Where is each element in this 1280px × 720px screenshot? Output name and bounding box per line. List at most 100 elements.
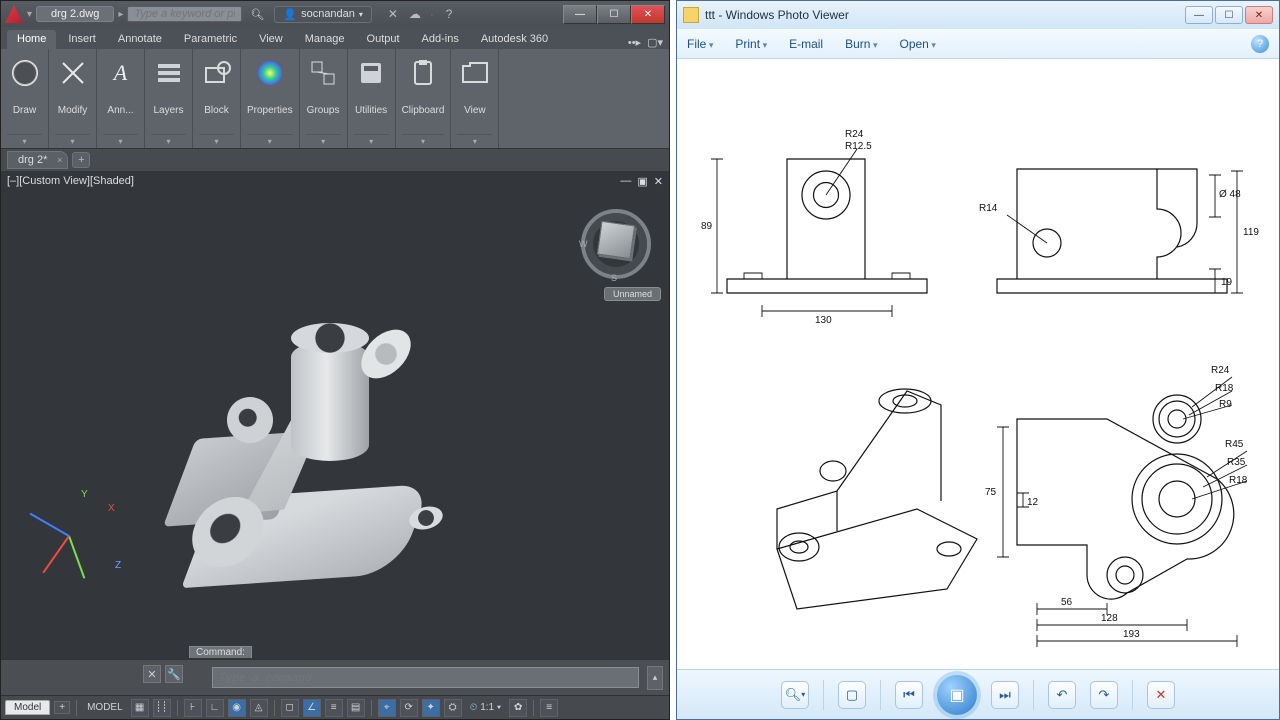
selection-cycle[interactable]: ⟳ [400, 699, 418, 717]
ribbon-tab-insert[interactable]: Insert [58, 30, 106, 49]
view-cube[interactable]: W S [581, 209, 651, 279]
annotation-scale[interactable]: ⏲ 1:1 ▾ [466, 702, 505, 713]
ribbon-tab-parametric[interactable]: Parametric [174, 30, 247, 49]
wpv-image-area[interactable]: R24 R12.5 89 130 R14 119 Ø 48 19 [677, 59, 1279, 669]
iso-toggle[interactable]: ◬ [250, 699, 268, 717]
signin-button[interactable]: 👤 socnandan ▾ [274, 6, 372, 23]
wpv-close-button[interactable]: ✕ [1245, 6, 1273, 24]
panel-properties[interactable]: Properties ▾ [241, 49, 300, 148]
svg-text:89: 89 [701, 221, 713, 232]
layout-add-icon[interactable]: + [54, 701, 70, 714]
vp-restore-icon[interactable]: ▣ [637, 175, 647, 188]
ribbon-minimize-icon[interactable]: ▢▾ [647, 36, 663, 49]
close-button[interactable]: ✕ [631, 5, 665, 24]
svg-text:R9: R9 [1219, 399, 1232, 410]
title-file-dropdown-icon[interactable]: ▸ [118, 9, 123, 20]
wpv-minimize-button[interactable]: — [1185, 6, 1213, 24]
wpv-menu-email[interactable]: E-mail [789, 37, 823, 51]
panel-dropdown-icon[interactable]: ▾ [7, 134, 42, 148]
vp-minimize-icon[interactable]: — [620, 175, 631, 188]
otrack-toggle[interactable]: ∠ [303, 699, 321, 717]
ribbon-tab-home[interactable]: Home [7, 30, 56, 49]
ribbon-tab-a360[interactable]: Autodesk 360 [471, 30, 558, 49]
help-icon[interactable]: ? [442, 7, 456, 21]
file-tab-bar: drg 2* × + [1, 149, 669, 171]
panel-groups[interactable]: Groups ▾ [300, 49, 348, 148]
panel-utilities[interactable]: Utilities ▾ [348, 49, 396, 148]
wpv-menu-file[interactable]: File [687, 37, 713, 51]
viewport-controls-label[interactable]: [–][Custom View][Shaded] [7, 175, 134, 187]
zoom-button[interactable]: 🔍︎▾ [781, 681, 809, 709]
ortho-toggle[interactable]: ∟ [206, 699, 224, 717]
cmd-close-icon[interactable]: ✕ [143, 665, 161, 683]
exchange-icon[interactable]: ✕ [386, 7, 400, 21]
ribbon-tab-annotate[interactable]: Annotate [108, 30, 172, 49]
infer-toggle[interactable]: ⊦ [184, 699, 202, 717]
wpv-help-icon[interactable]: ? [1251, 35, 1269, 53]
ribbon-overflow-icon[interactable]: ••▸ [628, 36, 641, 49]
wpv-menubar: File Print E-mail Burn Open ? [677, 29, 1279, 59]
layout-tab-model[interactable]: Model [5, 700, 50, 715]
cmd-history-button[interactable]: ▴ [647, 666, 663, 690]
snap-toggle[interactable]: ┊┊ [153, 699, 171, 717]
slideshow-button[interactable]: ▣ [937, 675, 977, 715]
lineweight-toggle[interactable]: ≡ [325, 699, 343, 717]
delete-button[interactable]: ✕ [1147, 681, 1175, 709]
command-history-label: Command: [189, 646, 252, 658]
wpv-toolbar: 🔍︎▾ ▢ ⏮ ▣ ⏭ ↶ ↷ ✕ [677, 669, 1279, 719]
viewcube-tag[interactable]: Unnamed [604, 287, 661, 301]
panel-view[interactable]: View ▾ [451, 49, 499, 148]
svg-text:130: 130 [815, 315, 832, 326]
minimize-button[interactable]: — [563, 5, 597, 24]
panel-annotation[interactable]: A Ann... ▾ [97, 49, 145, 148]
user-dropdown-icon: ▾ [359, 10, 363, 19]
vp-close-icon[interactable]: ✕ [654, 175, 663, 188]
dynamic-input-toggle[interactable]: ⌖ [378, 699, 396, 717]
viewport[interactable]: [–][Custom View][Shaded] — ▣ ✕ W S Unnam… [1, 171, 669, 719]
space-indicator[interactable]: MODEL [83, 702, 127, 713]
cmd-config-icon[interactable]: 🔧 [165, 665, 183, 683]
transparency-toggle[interactable]: ▤ [347, 699, 365, 717]
grid-toggle[interactable]: ▦ [131, 699, 149, 717]
ribbon-tab-manage[interactable]: Manage [295, 30, 355, 49]
engineering-drawing: R24 R12.5 89 130 R14 119 Ø 48 19 [677, 59, 1277, 649]
ucs-icon: Y X Z [23, 491, 113, 581]
file-tab[interactable]: drg 2* × [7, 151, 68, 169]
help-search-input[interactable] [127, 6, 242, 22]
file-tab-close-icon[interactable]: × [57, 155, 62, 165]
svg-text:R45: R45 [1225, 439, 1244, 450]
previous-button[interactable]: ⏮ [895, 681, 923, 709]
osnap-toggle[interactable]: ◻ [281, 699, 299, 717]
rotate-ccw-button[interactable]: ↶ [1048, 681, 1076, 709]
panel-draw[interactable]: Draw ▾ [1, 49, 49, 148]
drawing-canvas[interactable]: W S Unnamed Y X Z [1, 191, 669, 659]
panel-clipboard[interactable]: Clipboard ▾ [396, 49, 452, 148]
actual-size-button[interactable]: ▢ [838, 681, 866, 709]
ribbon-tab-output[interactable]: Output [357, 30, 410, 49]
ribbon-tab-view[interactable]: View [249, 30, 293, 49]
wpv-menu-burn[interactable]: Burn [845, 37, 877, 51]
clipboard-icon [407, 57, 439, 89]
command-input[interactable] [212, 667, 639, 688]
ribbon-tab-bar: Home Insert Annotate Parametric View Man… [1, 27, 669, 49]
ribbon-tab-addins[interactable]: Add-ins [412, 30, 469, 49]
wpv-menu-open[interactable]: Open [900, 37, 936, 51]
panel-layers[interactable]: Layers ▾ [145, 49, 193, 148]
search-icon[interactable]: 🔍︎ [250, 7, 264, 21]
maximize-button[interactable]: ☐ [597, 5, 631, 24]
file-tab-add-button[interactable]: + [72, 152, 90, 168]
cloud-icon[interactable]: ☁ [408, 7, 422, 21]
wpv-menu-print[interactable]: Print [735, 37, 767, 51]
panel-modify[interactable]: Modify ▾ [49, 49, 97, 148]
panel-block[interactable]: Block ▾ [193, 49, 241, 148]
rotate-cw-button[interactable]: ↷ [1090, 681, 1118, 709]
wpv-maximize-button[interactable]: ☐ [1215, 6, 1243, 24]
next-button[interactable]: ⏭ [991, 681, 1019, 709]
polar-toggle[interactable]: ◉ [228, 699, 246, 717]
qat-dropdown-icon[interactable]: ▾ [27, 9, 32, 20]
duc-toggle[interactable]: ⛭ [444, 699, 462, 717]
customization-button[interactable]: ≡ [540, 699, 558, 717]
3dosnap-toggle[interactable]: ✦ [422, 699, 440, 717]
command-line: Command: ✕ 🔧 ▸_ ▴ [1, 659, 669, 695]
workspace-switch[interactable]: ✿ [509, 699, 527, 717]
